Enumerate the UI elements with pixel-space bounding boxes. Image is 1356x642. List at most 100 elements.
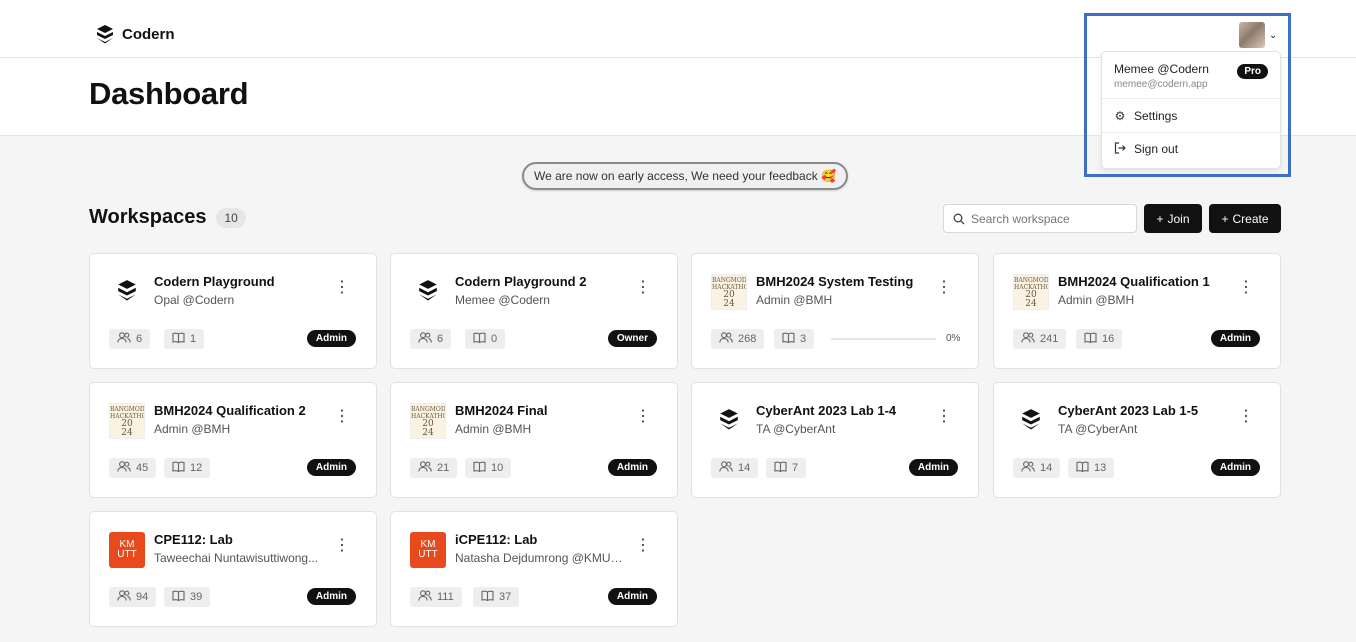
- problems-count-value: 1: [190, 333, 197, 345]
- problems-count: 37: [473, 587, 520, 607]
- workspace-logo: BANGMODHACKATHON2024: [711, 274, 747, 310]
- workspace-card[interactable]: Codern Playground 2 Memee @Codern ⋮ 6 0 Owner: [390, 253, 678, 369]
- more-options-icon[interactable]: ⋮: [1238, 280, 1254, 296]
- more-options-icon[interactable]: ⋮: [1238, 409, 1254, 425]
- workspace-owner: TA @CyberAnt: [756, 422, 836, 436]
- bmh-logo: BANGMODHACKATHON2024: [109, 403, 145, 439]
- workspace-card[interactable]: BANGMODHACKATHON2024 BMH2024 System Testi…: [691, 253, 979, 369]
- users-icon: [719, 332, 733, 346]
- members-count-value: 268: [738, 333, 757, 345]
- page-title: Dashboard: [89, 76, 249, 111]
- book-icon: [774, 461, 787, 475]
- book-icon: [473, 461, 486, 475]
- problems-count: 7: [766, 458, 807, 478]
- menu-item-sign-out[interactable]: Sign out: [1102, 132, 1280, 165]
- bmh-logo: BANGMODHACKATHON2024: [410, 403, 446, 439]
- codern-logo-icon: [116, 279, 138, 306]
- workspace-name: BMH2024 Qualification 1: [1058, 274, 1210, 289]
- workspaces-heading: Workspaces 10: [89, 206, 246, 229]
- members-count-value: 45: [136, 462, 149, 474]
- more-options-icon[interactable]: ⋮: [635, 280, 651, 296]
- problems-count: 13: [1068, 458, 1115, 478]
- workspace-name: Codern Playground: [154, 274, 275, 289]
- workspace-name: BMH2024 Qualification 2: [154, 403, 306, 418]
- codern-logo-icon: [1020, 408, 1042, 435]
- problems-count: 10: [465, 458, 512, 478]
- create-button[interactable]: + Create: [1209, 204, 1281, 233]
- workspace-owner: Memee @Codern: [455, 293, 550, 307]
- role-badge: Owner: [607, 330, 657, 347]
- members-count: 21: [410, 458, 458, 478]
- create-button-label: Create: [1232, 211, 1269, 226]
- more-options-icon[interactable]: ⋮: [334, 280, 350, 296]
- members-count: 241: [1013, 329, 1067, 349]
- problems-count: 0: [465, 329, 506, 349]
- users-icon: [418, 332, 432, 346]
- kmutt-logo: KM UTT: [109, 532, 145, 568]
- search-box[interactable]: [943, 204, 1137, 233]
- book-icon: [172, 332, 185, 346]
- problems-count-value: 39: [190, 591, 203, 603]
- gear-icon: ⚙: [1114, 108, 1126, 123]
- more-options-icon[interactable]: ⋮: [334, 538, 350, 554]
- codern-logo-icon: [97, 25, 113, 44]
- problems-count: 3: [774, 329, 815, 349]
- members-count-value: 241: [1040, 333, 1059, 345]
- role-badge: Admin: [607, 588, 657, 605]
- workspace-owner: TA @CyberAnt: [1058, 422, 1138, 436]
- workspace-name: Codern Playground 2: [455, 274, 587, 289]
- workspace-owner: Natasha Dejdumrong @KMUTT: [455, 551, 623, 565]
- users-icon: [1021, 332, 1035, 346]
- progress-percent: 0%: [946, 333, 961, 344]
- role-badge: Admin: [306, 459, 356, 476]
- more-options-icon[interactable]: ⋮: [936, 280, 952, 296]
- workspace-card[interactable]: BANGMODHACKATHON2024 BMH2024 Qualificatio…: [993, 253, 1281, 369]
- workspace-card[interactable]: KM UTT CPE112: Lab Taweechai Nuntawisuttiwo…: [89, 511, 377, 627]
- workspace-card[interactable]: BANGMODHACKATHON2024 BMH2024 Final Admin @…: [390, 382, 678, 498]
- plus-icon: +: [1221, 211, 1229, 226]
- users-icon: [117, 461, 131, 475]
- workspace-card[interactable]: CyberAnt 2023 Lab 1-5 TA @CyberAnt ⋮ 14 13 Ad…: [993, 382, 1281, 498]
- role-badge: Admin: [1210, 330, 1260, 347]
- sign-out-icon: [1114, 141, 1126, 157]
- problems-count-value: 0: [491, 333, 498, 345]
- bmh-logo: BANGMODHACKATHON2024: [711, 274, 747, 310]
- workspaces-title: Workspaces: [89, 206, 207, 228]
- role-badge: Admin: [306, 330, 356, 347]
- workspace-card[interactable]: BANGMODHACKATHON2024 BMH2024 Qualificatio…: [89, 382, 377, 498]
- members-count-value: 111: [437, 591, 454, 603]
- problems-count: 12: [164, 458, 211, 478]
- members-count-value: 94: [136, 591, 149, 603]
- members-count: 268: [711, 329, 765, 349]
- users-icon: [1021, 461, 1035, 475]
- feedback-banner[interactable]: We are now on early access, We need your…: [522, 162, 848, 190]
- user-dropdown-menu: Memee @Codern memee@codern.app Pro ⚙ Set…: [1101, 51, 1281, 169]
- menu-item-settings[interactable]: ⚙ Settings: [1102, 99, 1280, 132]
- problems-count-value: 13: [1094, 462, 1107, 474]
- search-input[interactable]: [971, 211, 1131, 226]
- workspace-logo: [711, 403, 747, 439]
- workspace-card[interactable]: CyberAnt 2023 Lab 1-4 TA @CyberAnt ⋮ 14 7 Adm…: [691, 382, 979, 498]
- book-icon: [782, 332, 795, 346]
- users-icon: [719, 461, 733, 475]
- more-options-icon[interactable]: ⋮: [334, 409, 350, 425]
- menu-item-label: Sign out: [1134, 142, 1179, 156]
- more-options-icon[interactable]: ⋮: [635, 409, 651, 425]
- workspaces-count-badge: 10: [216, 207, 246, 228]
- workspace-owner: Admin @BMH: [455, 422, 532, 436]
- book-icon: [172, 461, 185, 475]
- menu-user-email: memee@codern.app: [1114, 79, 1208, 90]
- workspace-card[interactable]: Codern Playground Opal @Codern ⋮ 6 1 Admin: [89, 253, 377, 369]
- more-options-icon[interactable]: ⋮: [936, 409, 952, 425]
- app-name: Codern: [122, 25, 175, 43]
- codern-logo-icon: [718, 408, 740, 435]
- more-options-icon[interactable]: ⋮: [635, 538, 651, 554]
- workspace-card[interactable]: KM UTT iCPE112: Lab Natasha Dejdumrong @KMU…: [390, 511, 678, 627]
- members-count: 6: [410, 329, 452, 349]
- workspace-logo: BANGMODHACKATHON2024: [1013, 274, 1049, 310]
- join-button[interactable]: + Join: [1144, 204, 1202, 233]
- problems-count: 16: [1076, 329, 1123, 349]
- workspace-logo: [109, 274, 145, 310]
- role-badge: Admin: [1210, 459, 1260, 476]
- app-logo[interactable]: Codern: [95, 24, 175, 44]
